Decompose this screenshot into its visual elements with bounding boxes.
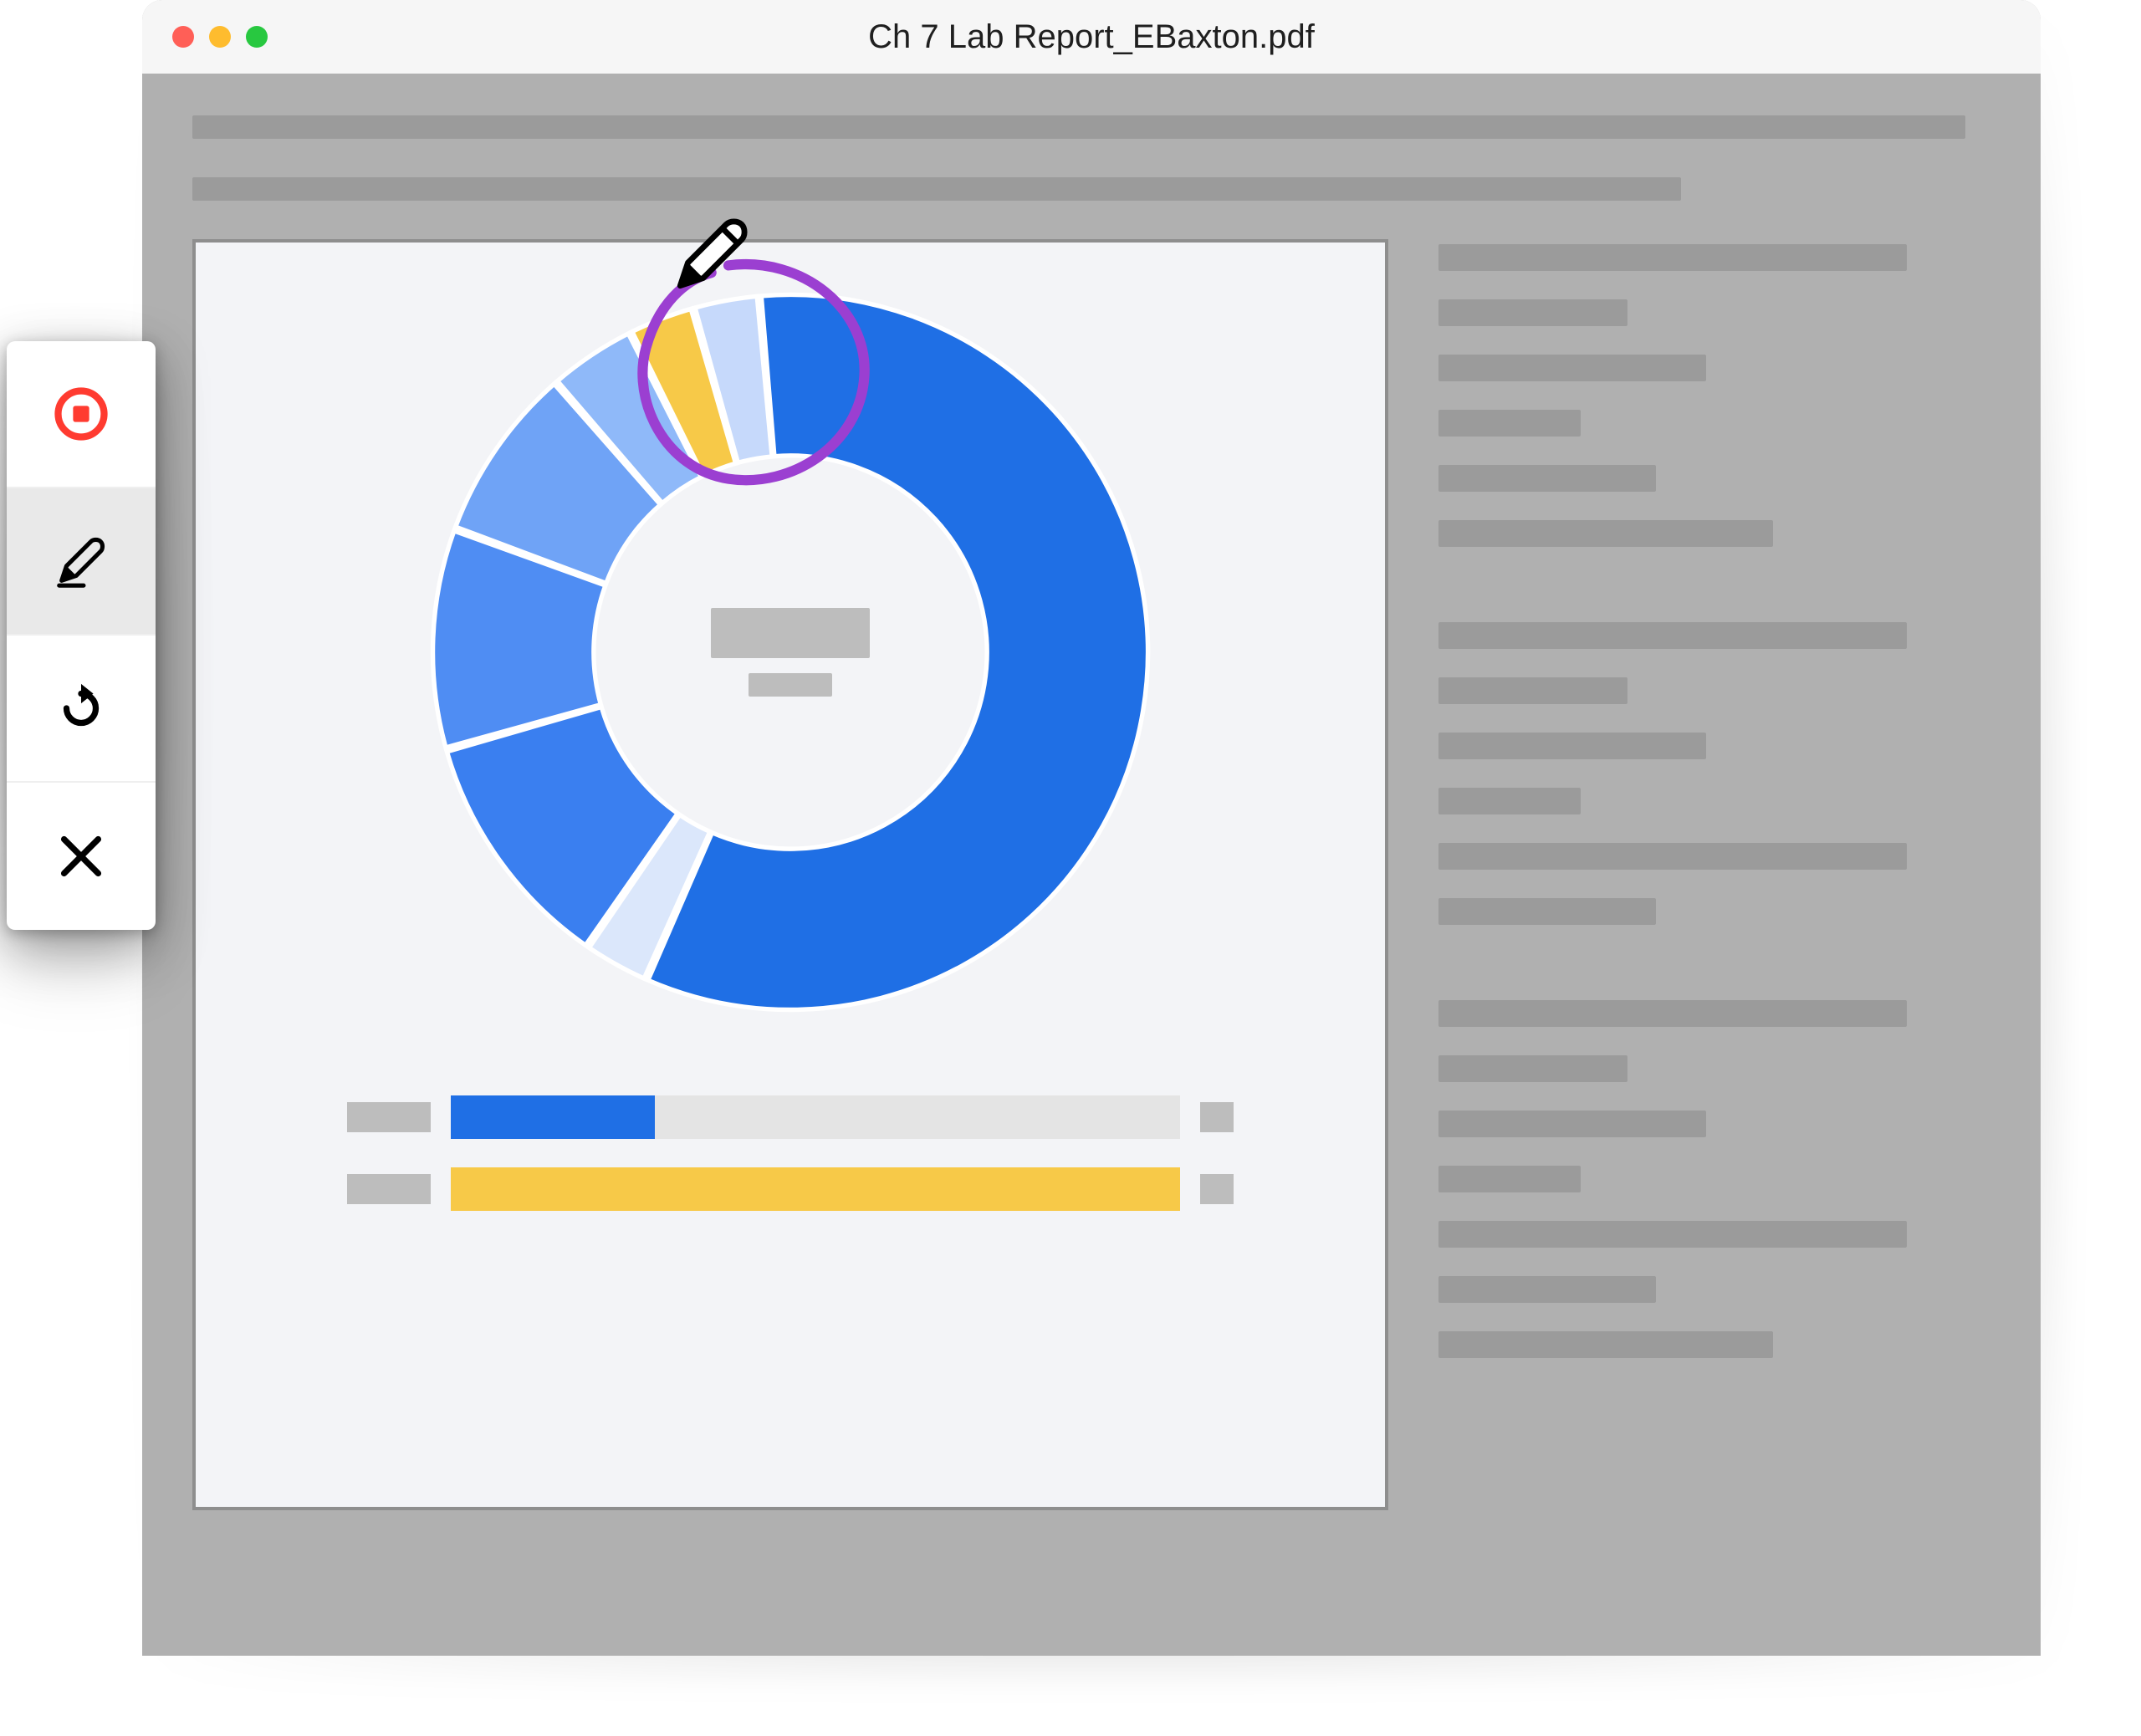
titlebar: Ch 7 Lab Report_EBaxton.pdf (142, 0, 2041, 74)
legend-value (1200, 1174, 1234, 1204)
text-line (1438, 244, 1907, 271)
text-line (1438, 677, 1627, 704)
traffic-lights (172, 26, 268, 48)
text-line (1438, 1055, 1627, 1082)
window-maximize-button[interactable] (246, 26, 268, 48)
value-placeholder (749, 673, 832, 697)
text-line (192, 177, 1681, 201)
text-line (1438, 1221, 1907, 1248)
text-line (1438, 410, 1581, 437)
annotation-toolbar (7, 341, 156, 930)
record-button[interactable] (7, 341, 156, 488)
window-close-button[interactable] (172, 26, 194, 48)
progress-fill (451, 1095, 655, 1139)
draw-button[interactable] (7, 488, 156, 636)
legend-row (347, 1167, 1234, 1211)
redo-icon (52, 679, 110, 738)
text-line (1438, 898, 1656, 925)
close-icon (52, 827, 110, 886)
close-button[interactable] (7, 783, 156, 930)
redo-button[interactable] (7, 636, 156, 783)
text-line (1438, 1111, 1706, 1137)
text-line (1438, 843, 1907, 870)
text-line (192, 115, 1965, 139)
side-text-column (1438, 239, 1990, 1510)
app-window: Ch 7 Lab Report_EBaxton.pdf (142, 0, 2041, 1656)
legend-value (1200, 1102, 1234, 1132)
text-line (1438, 622, 1907, 649)
donut-chart (414, 276, 1167, 1029)
progress-track (451, 1095, 1180, 1139)
text-line (1438, 520, 1773, 547)
record-icon (54, 386, 109, 442)
text-line (1438, 1000, 1907, 1027)
text-line (1438, 465, 1656, 492)
heading-placeholder (192, 115, 1990, 201)
legend (347, 1095, 1234, 1211)
text-line (1438, 299, 1627, 326)
text-line (1438, 1331, 1773, 1358)
text-line (1438, 733, 1706, 759)
text-line (1438, 788, 1581, 814)
legend-label (347, 1174, 431, 1204)
document-page[interactable] (192, 239, 1388, 1510)
text-line (1438, 1166, 1581, 1192)
window-minimize-button[interactable] (209, 26, 231, 48)
pencil-icon (52, 532, 110, 590)
value-placeholder (711, 608, 870, 658)
text-line (1438, 355, 1706, 381)
document-area (142, 74, 2041, 1656)
donut-center-label (711, 608, 870, 697)
text-line (1438, 1276, 1656, 1303)
legend-row (347, 1095, 1234, 1139)
progress-track (451, 1167, 1180, 1211)
progress-fill (451, 1167, 1180, 1211)
window-title: Ch 7 Lab Report_EBaxton.pdf (868, 18, 1315, 56)
pencil-cursor-icon (665, 209, 757, 301)
legend-label (347, 1102, 431, 1132)
